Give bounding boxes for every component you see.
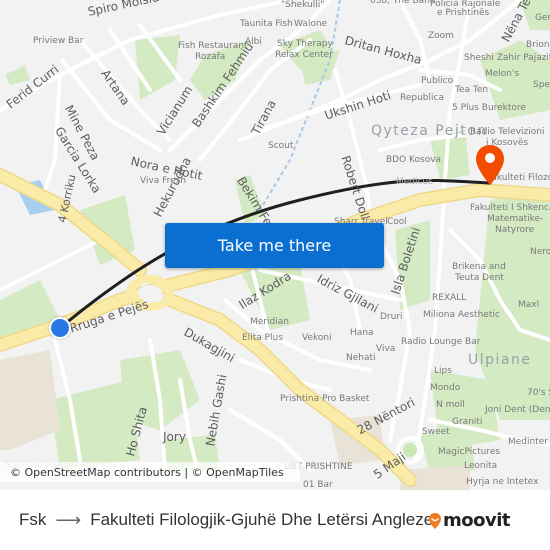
street-label: Jory [163,430,186,444]
poi-label: Nehati [346,353,376,363]
moovit-logo: moovit [428,510,511,531]
district-label: Ulpiane [468,352,532,368]
poi-label: Sweet [422,427,450,437]
poi-label: Radio Televizioni [470,127,545,137]
poi-label: Medicus [396,177,433,187]
poi-label: Joni Dent (Denta [485,405,550,415]
poi-label: Radio Lounge Bar [401,337,481,347]
poi-label: MagicPictures [438,447,501,457]
poi-label: Sky Therapy [277,39,333,49]
poi-label: Natyrore [495,225,535,235]
poi-label: Graniti [452,417,483,427]
poi-label: BDO Kosova [386,155,442,165]
poi-label: Relax Center [275,50,333,60]
poi-label: Brikena and [452,262,506,272]
poi-label: Matematike- [487,214,544,224]
route-summary: Fsk ⟶ Fakulteti Filologjik-Gjuhë Dhe Let… [19,510,433,531]
poi-label: Rozafa [195,52,226,62]
poi-label: 038, The Bank [370,0,436,6]
origin-marker[interactable] [49,317,71,339]
poi-label: Gen [535,13,550,23]
poi-label: Spee [533,80,550,90]
poi-label: Tea Ten [455,85,489,95]
poi-label: Publico [421,76,454,86]
poi-label: Priview Bar [33,36,84,46]
poi-label: Vekoni [302,333,332,343]
destination-pin-icon[interactable] [474,143,506,187]
moovit-wordmark: moovit [443,510,511,531]
map-attribution[interactable]: © OpenStreetMap contributors | © OpenMap… [0,462,300,482]
poi-label: Scout [268,141,294,151]
poi-label: Medinter [508,437,548,447]
poi-label: e Prishtinës [437,8,490,18]
poi-label: 70's S [527,388,550,398]
poi-label: Fish Restaurant [178,41,248,51]
poi-label: Miliona Aesthetic [423,310,500,320]
poi-label: Teuta Dent [455,273,504,283]
poi-label: 01 Bar [303,480,333,490]
map[interactable]: Spiro Moisiu Ferid Curri Mine Peza Artan… [0,0,550,490]
poi-label: Fakulteti I Shkencave [470,203,550,213]
poi-label: Prishtina Pro Basket [280,394,370,404]
arrow-right-icon: ⟶ [55,509,82,530]
poi-label: Melon's [485,69,520,79]
poi-label: Viva [376,344,396,354]
destination-name: Fakulteti Filologjik-Gjuhë Dhe Letërsi A… [90,510,434,529]
poi-label: Lips [434,366,452,376]
poi-label: Hyrja ne Intetex [466,477,539,487]
poi-label: Maxl [518,300,540,310]
poi-label: N moll [436,400,465,410]
moovit-pin-icon [429,512,441,529]
poi-label: Albi [245,37,262,47]
poi-label: Leonita [464,461,498,471]
take-me-there-button[interactable]: Take me there [165,223,384,268]
poi-label: Hana [350,328,374,338]
poi-label: Elita Plus [242,333,283,343]
origin-name: Fsk [19,510,47,529]
poi-label: REXALL [432,293,467,303]
poi-label: "Shekulli" [281,0,325,10]
poi-label: Sheshi Zahir Pajaziti [464,53,550,63]
poi-label: Brion [526,40,550,50]
poi-label: Republica [400,93,444,103]
poi-label: Viva Fresh [140,176,187,186]
poi-label: Nero [530,247,550,257]
poi-label: Walone [294,19,328,29]
poi-label: Zoom [428,31,454,41]
poi-label: Druri [380,312,403,322]
poi-label: Meridian [250,317,289,327]
footer: Fsk ⟶ Fakulteti Filologjik-Gjuhë Dhe Let… [0,490,550,550]
poi-label: Mondo [430,383,461,393]
poi-label: 5 Plus Burektore [452,103,526,113]
poi-label: Cool [387,217,407,227]
poi-label: Taunita Fish [240,19,293,29]
